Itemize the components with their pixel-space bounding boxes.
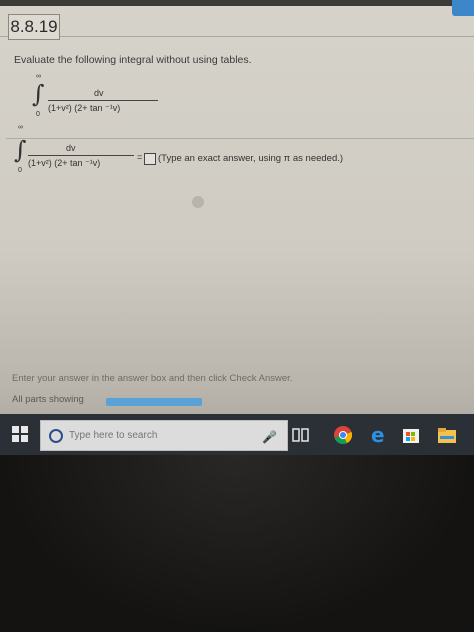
chrome-icon[interactable] xyxy=(332,424,354,446)
numerator: dv xyxy=(94,88,104,98)
file-explorer-icon[interactable] xyxy=(436,424,458,446)
microphone-icon[interactable]: 🎤 xyxy=(262,430,277,444)
edge-icon[interactable]: e xyxy=(368,424,390,446)
svg-text:e: e xyxy=(371,424,385,446)
lower-limit: 0 xyxy=(18,167,22,174)
footer-instruction: Enter your answer in the answer box and … xyxy=(12,373,293,384)
monitor-screen: 8.8.19 Evaluate the following integral w… xyxy=(0,0,474,455)
monitor-bezel xyxy=(0,455,474,632)
upper-limit: ∞ xyxy=(36,73,41,80)
denominator: (1+v²) (2+ tan ⁻¹v) xyxy=(48,103,121,113)
equals-sign: = xyxy=(137,152,143,162)
integral-sign: ∫ xyxy=(32,80,45,108)
fraction-bar xyxy=(48,100,158,101)
search-input[interactable] xyxy=(69,427,269,443)
windows-start-icon[interactable] xyxy=(12,426,28,442)
question-instruction: Evaluate the following integral without … xyxy=(14,54,252,66)
store-icon[interactable] xyxy=(400,424,422,446)
task-view-icon[interactable] xyxy=(290,424,312,446)
screen-smudge xyxy=(192,196,204,208)
integral-sign: ∫ xyxy=(14,136,27,164)
cortana-icon xyxy=(49,429,63,443)
parts-progress-bar xyxy=(106,398,202,406)
problem-id: 8.8.19 xyxy=(8,14,60,40)
denominator: (1+v²) (2+ tan ⁻¹v) xyxy=(28,158,101,168)
answer-input-box[interactable] xyxy=(144,153,156,165)
lower-limit: 0 xyxy=(36,111,40,118)
answer-hint: (Type an exact answer, using π as needed… xyxy=(158,153,344,164)
divider xyxy=(6,138,474,139)
question-header: 8.8.19 xyxy=(0,6,474,40)
numerator: dv xyxy=(66,143,76,153)
search-box[interactable] xyxy=(40,420,288,451)
fraction-bar xyxy=(28,155,134,156)
parts-showing-label: All parts showing xyxy=(12,394,84,405)
upper-limit: ∞ xyxy=(18,124,23,131)
progress-fill xyxy=(106,398,202,406)
